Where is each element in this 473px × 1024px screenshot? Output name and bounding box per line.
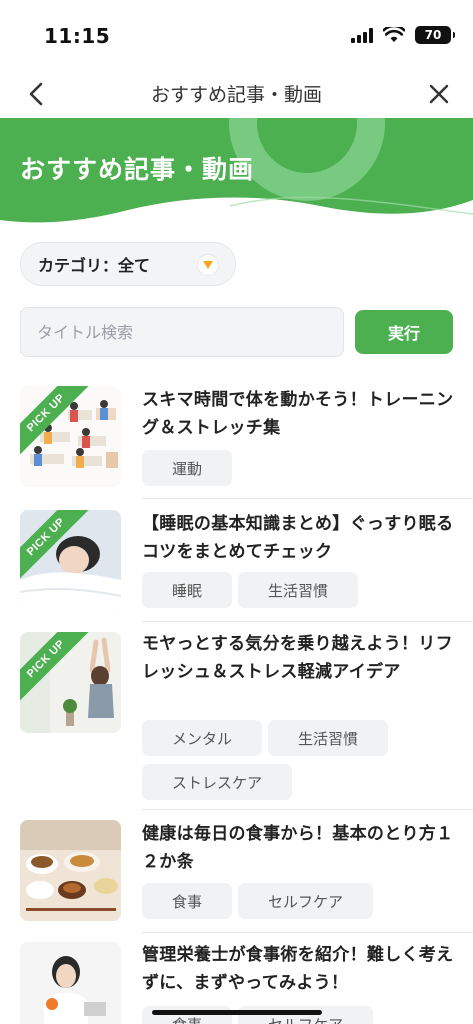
dropdown-arrow-icon xyxy=(197,254,219,276)
japanese-meal-image xyxy=(20,820,121,921)
pickup-ribbon: PICK UP xyxy=(20,510,121,611)
navigation-bar: おすすめ記事・動画 xyxy=(0,70,473,118)
tag-chip[interactable]: セルフケア xyxy=(238,883,374,919)
battery-icon: 70 xyxy=(415,26,455,44)
nutritionist-image xyxy=(20,942,121,1024)
tag-chip[interactable]: メンタル xyxy=(142,720,263,756)
article-item[interactable]: PICK UP スキマ時間で体を動かそう！トレーニング＆ストレッチ集 運動 xyxy=(0,386,473,499)
article-tags: 睡眠 生活習慣 xyxy=(142,572,462,608)
article-title: 管理栄養士が食事術を紹介！難しく考えずに、まずやってみよう！ xyxy=(142,945,454,993)
divider xyxy=(142,809,473,810)
tag-chip[interactable]: 食事 xyxy=(142,883,233,919)
article-title: スキマ時間で体を動かそう！トレーニング＆ストレッチ集 xyxy=(142,390,454,438)
article-item[interactable]: 健康は毎日の食事から！基本のとり方１２か条 食事 セルフケア xyxy=(0,820,473,933)
tag-chip[interactable]: 運動 xyxy=(142,450,233,486)
tag-chip[interactable]: 食事 xyxy=(142,1006,233,1024)
tag-chip[interactable]: 生活習慣 xyxy=(268,720,389,756)
status-icons: 70 xyxy=(351,26,455,44)
article-title: モヤっとする気分を乗り越えよう！リフレッシュ＆ストレス軽減アイデア xyxy=(142,634,453,682)
home-indicator[interactable] xyxy=(152,1010,322,1015)
tag-chip[interactable]: 睡眠 xyxy=(142,572,233,608)
article-tags: 食事 セルフケア xyxy=(142,1006,462,1024)
article-tags: 運動 xyxy=(142,450,462,486)
article-title: 【睡眠の基本知識まとめ】ぐっすり眠るコツをまとめてチェック xyxy=(142,514,454,562)
pickup-ribbon: PICK UP xyxy=(20,386,121,487)
tag-chip[interactable]: 生活習慣 xyxy=(238,572,359,608)
tag-chip[interactable]: ストレスケア xyxy=(142,764,293,800)
pickup-ribbon: PICK UP xyxy=(20,632,121,733)
article-item[interactable]: PICK UP モヤっとする気分を乗り越えよう！リフレッシュ＆ストレス軽減アイデ… xyxy=(0,632,473,810)
search-execute-button[interactable]: 実行 xyxy=(355,310,453,354)
nav-title: おすすめ記事・動画 xyxy=(150,84,322,106)
article-item[interactable]: PICK UP 【睡眠の基本知識まとめ】ぐっすり眠るコツをまとめてチェック 睡眠… xyxy=(0,510,473,622)
close-button[interactable] xyxy=(423,78,455,110)
divider xyxy=(142,621,473,622)
status-time: 11:15 xyxy=(44,24,111,48)
hero-title: おすすめ記事・動画 xyxy=(20,155,255,184)
article-thumbnail: PICK UP xyxy=(20,510,121,611)
tag-chip[interactable]: セルフケア xyxy=(238,1006,374,1024)
article-thumbnail xyxy=(20,820,121,921)
article-thumbnail: PICK UP xyxy=(20,632,121,733)
article-tags: 食事 セルフケア xyxy=(142,883,462,919)
category-label: カテゴリ：全て xyxy=(38,256,151,275)
status-bar: 11:15 70 xyxy=(0,0,473,70)
article-thumbnail xyxy=(20,942,121,1024)
divider xyxy=(142,498,473,499)
article-thumbnail: PICK UP xyxy=(20,386,121,487)
wifi-icon xyxy=(383,27,405,42)
article-tags: メンタル 生活習慣 ストレスケア xyxy=(142,720,462,800)
hero-banner: おすすめ記事・動画 xyxy=(0,118,473,228)
divider xyxy=(142,932,473,933)
close-icon xyxy=(429,84,449,104)
cellular-signal-icon xyxy=(351,27,373,43)
category-dropdown[interactable]: カテゴリ：全て xyxy=(20,242,236,286)
article-title: 健康は毎日の食事から！基本のとり方１２か条 xyxy=(142,824,454,872)
title-search-input[interactable] xyxy=(20,307,344,357)
